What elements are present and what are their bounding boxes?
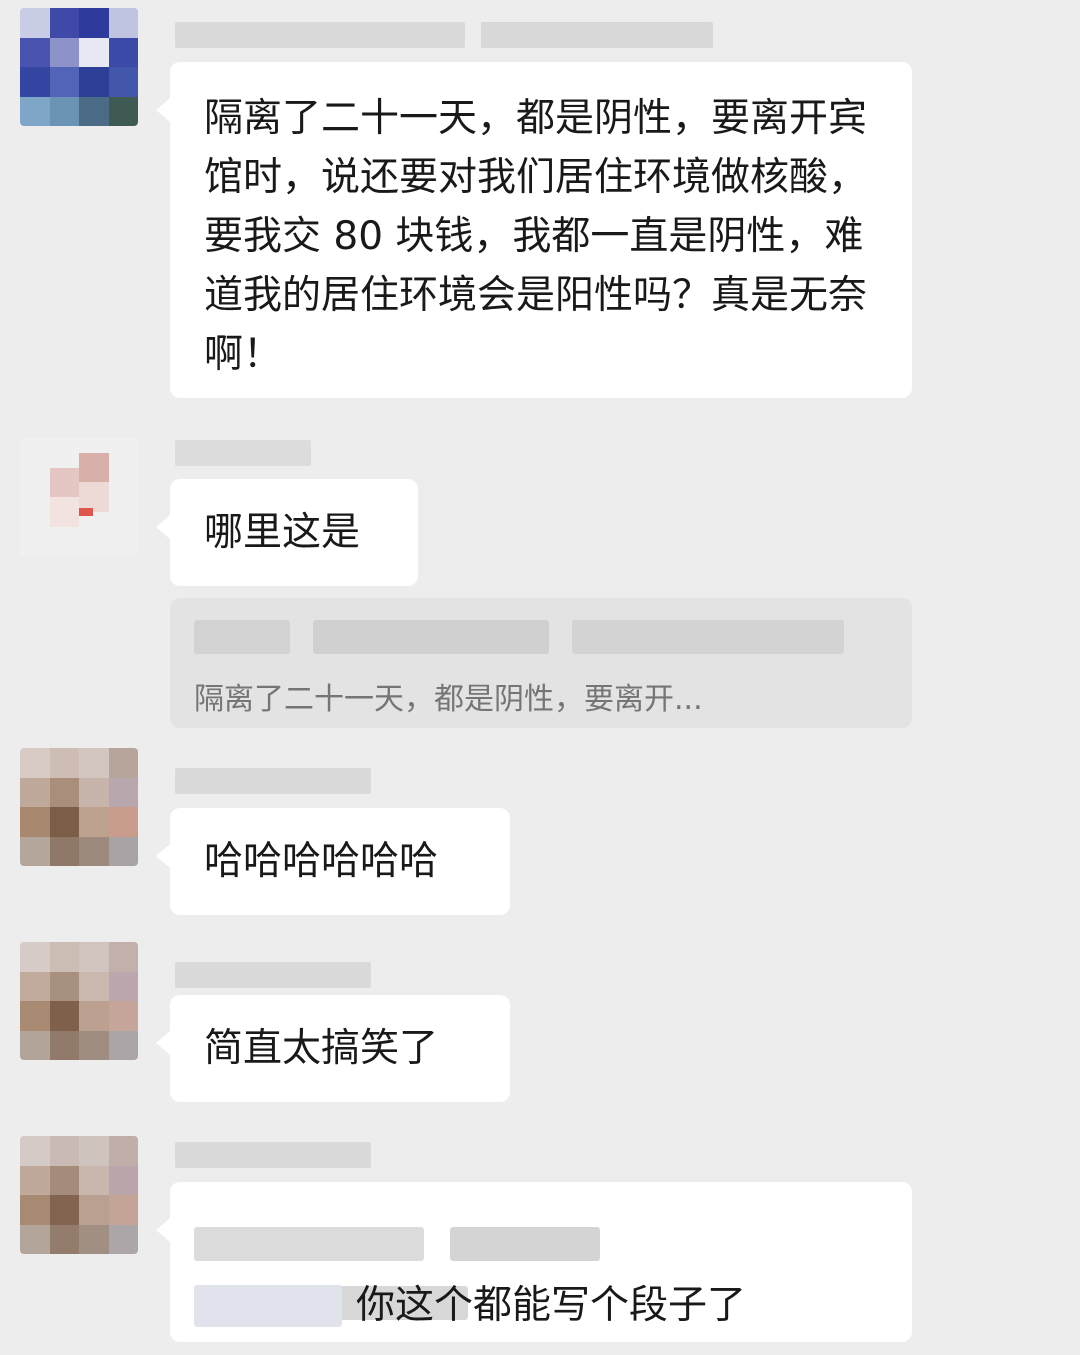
message-bubble[interactable]: 哈哈哈哈哈哈 [156, 808, 510, 915]
message-text: 哈哈哈哈哈哈 [204, 839, 439, 884]
quoted-text: 隔离了二十一天，都是阴性，要离开... [194, 682, 703, 717]
avatar[interactable] [20, 438, 138, 556]
avatar[interactable] [20, 1136, 138, 1254]
avatar[interactable] [20, 8, 138, 126]
message-text: 哪里这是 [204, 510, 361, 555]
message-bubble[interactable]: 你这个都能写个段子了 [156, 1182, 912, 1342]
message-bubble[interactable]: 隔离了二十一天，都是阴性，要离开宾馆时，说还要对我们居住环境做核酸，要我交 80… [156, 62, 912, 398]
message-bubble[interactable]: 哪里这是 [156, 479, 418, 586]
sender-name [175, 768, 387, 794]
quoted-reference [194, 1212, 882, 1320]
avatar[interactable] [20, 748, 138, 866]
message-bubble[interactable]: 简直太搞笑了 [156, 995, 510, 1102]
message-text: 隔离了二十一天，都是阴性，要离开宾馆时，说还要对我们居住环境做核酸，要我交 80… [204, 96, 868, 377]
sender-name [175, 440, 327, 466]
quoted-message[interactable]: 隔离了二十一天，都是阴性，要离开... [170, 598, 912, 728]
avatar[interactable] [20, 942, 138, 1060]
quoted-sender [194, 620, 888, 666]
message-text: 你这个都能写个段子了 [356, 1283, 747, 1328]
mention-tag [194, 1284, 342, 1327]
message-text: 简直太搞笑了 [204, 1026, 439, 1071]
sender-name [175, 1142, 387, 1168]
sender-name [175, 962, 387, 988]
sender-name [175, 22, 729, 48]
